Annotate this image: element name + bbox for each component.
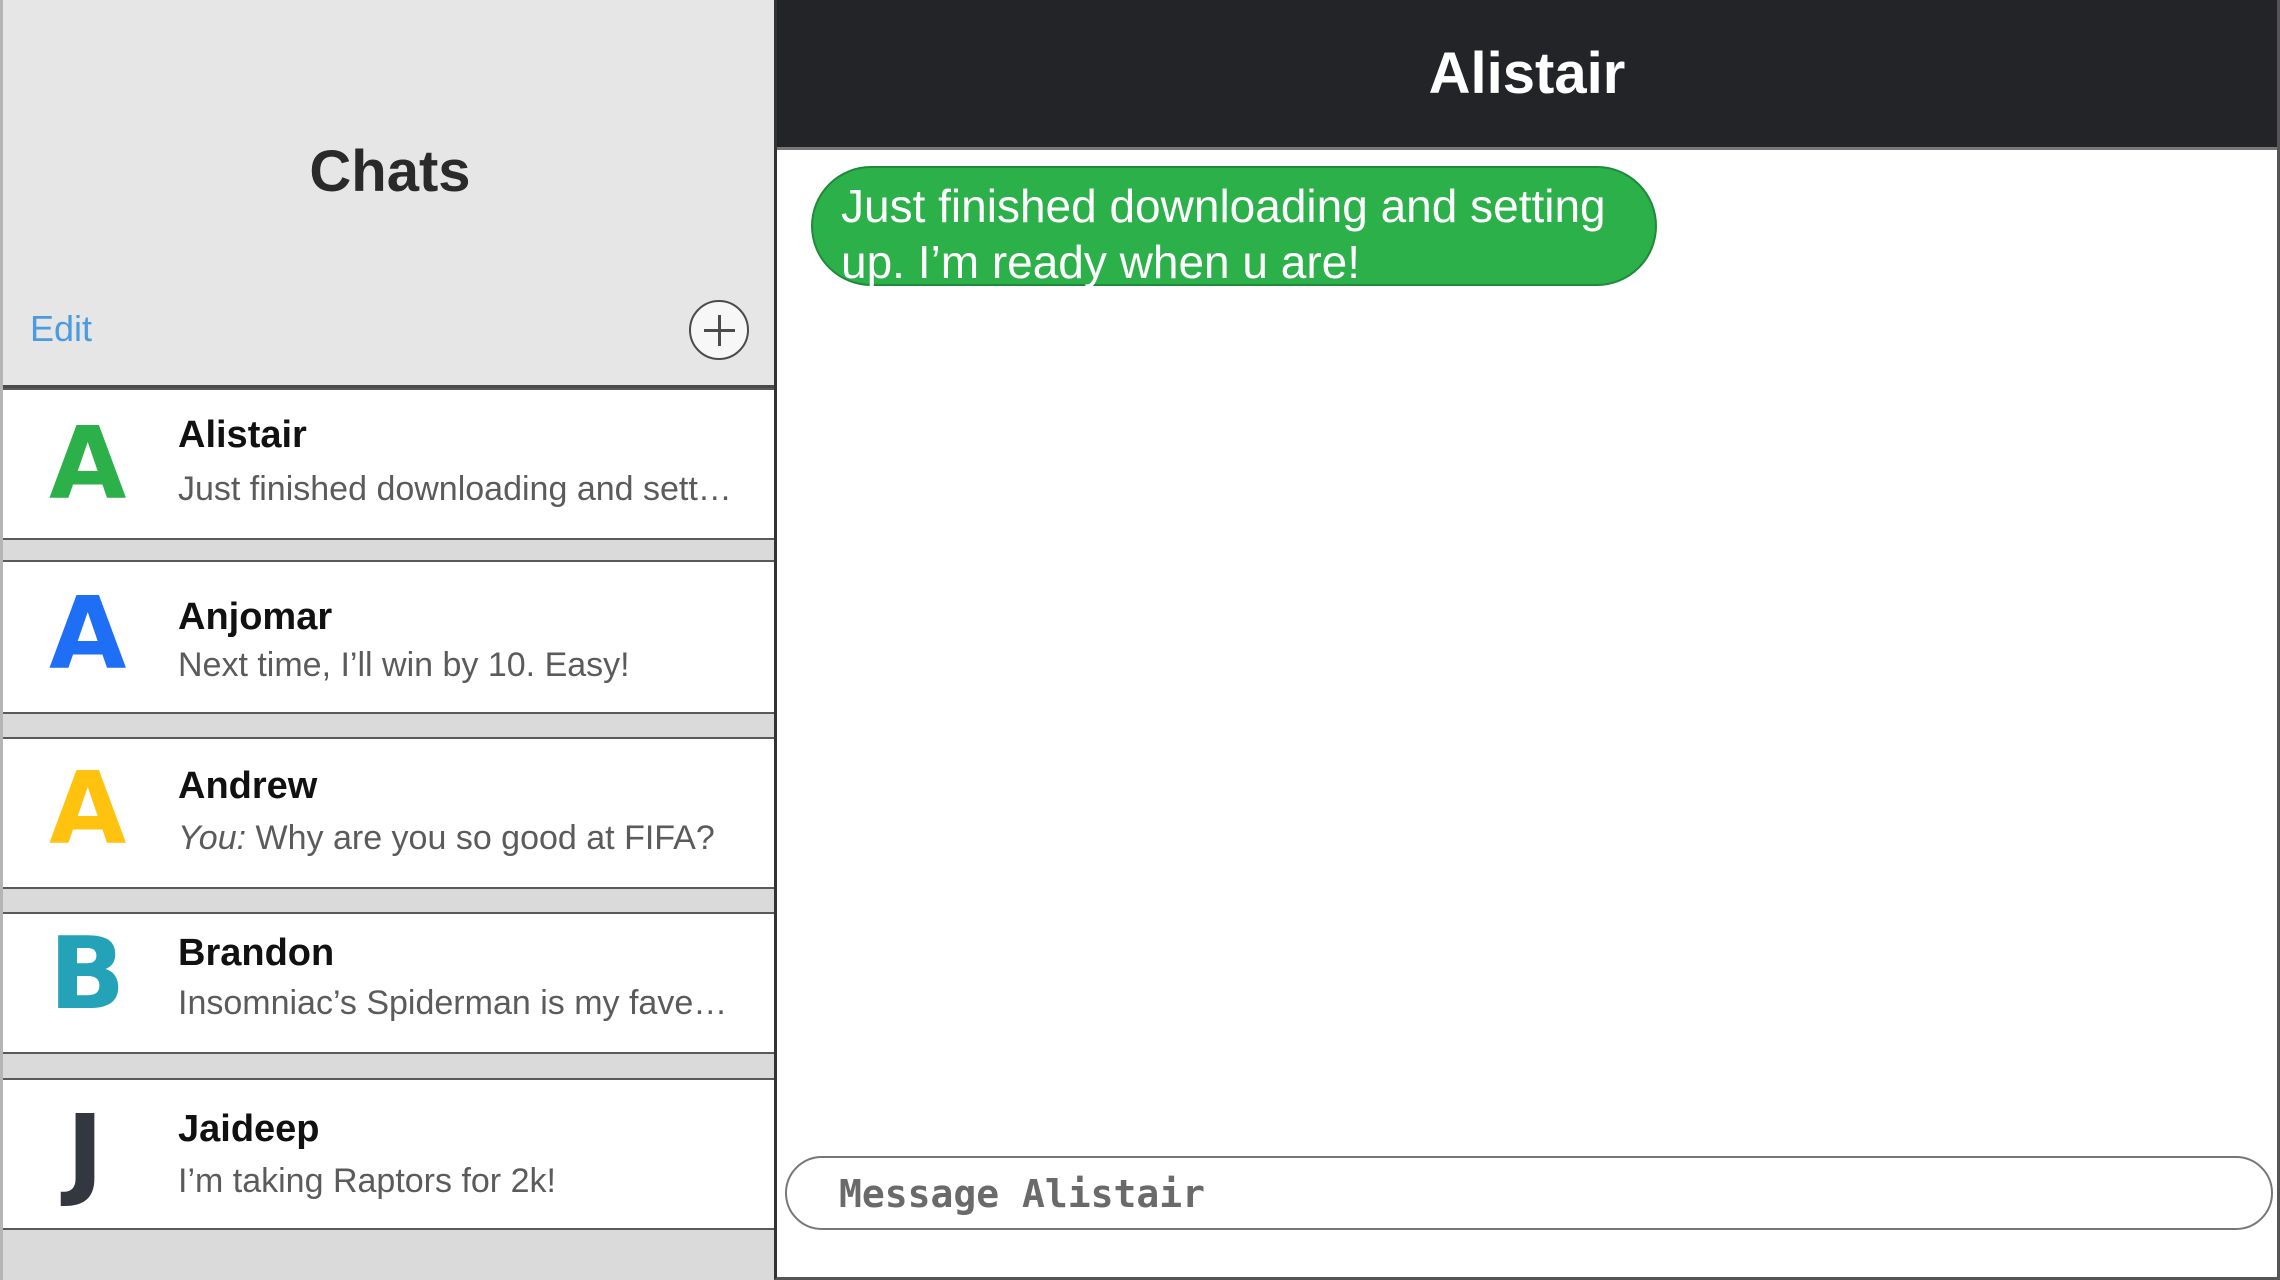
avatar: A <box>49 405 127 522</box>
avatar: A <box>49 575 127 692</box>
chat-row-alistair[interactable]: A Alistair Just finished downloading and… <box>3 388 777 540</box>
edit-button[interactable]: Edit <box>30 308 92 350</box>
message-preview: Next time, I’ll win by 10. Easy! <box>178 646 630 684</box>
message-input[interactable] <box>837 1166 2221 1222</box>
contact-name: Jaideep <box>178 1108 320 1150</box>
avatar: J <box>66 1093 104 1210</box>
conversation-pane: Alistair Just finished downloading and s… <box>774 0 2280 1280</box>
preview-text: Why are you so good at FIFA? <box>246 819 715 857</box>
contact-name: Alistair <box>178 414 307 456</box>
conversation-title: Alistair <box>1428 41 1626 106</box>
chat-row-brandon[interactable]: B Brandon Insomniac’s Spiderman is my fa… <box>3 912 777 1054</box>
page-title: Chats <box>309 139 471 204</box>
chat-row-jaideep[interactable]: J Jaideep I’m taking Raptors for 2k! <box>3 1078 777 1230</box>
contact-name: Andrew <box>178 765 318 807</box>
message-preview: Insomniac’s Spiderman is my fave… <box>178 984 728 1022</box>
chat-sidebar: Chats Edit A Alistair Just finished down… <box>0 0 777 1280</box>
message-preview: You: Why are you so good at FIFA? <box>178 819 758 858</box>
message-preview: I’m taking Raptors for 2k! <box>178 1162 556 1200</box>
message-composer[interactable] <box>785 1156 2273 1230</box>
message-preview: Just finished downloading and sett… <box>178 470 732 508</box>
sidebar-header: Chats Edit <box>3 0 777 388</box>
contact-name: Brandon <box>178 932 335 974</box>
avatar: A <box>49 750 127 867</box>
chat-row-andrew[interactable]: A Andrew You: Why are you so good at FIF… <box>3 737 777 889</box>
contact-name: Anjomar <box>178 596 333 638</box>
you-prefix: You: <box>178 819 247 857</box>
message-bubble: Just finished downloading and setting up… <box>811 166 1657 288</box>
new-chat-button[interactable] <box>689 300 749 360</box>
chat-row-anjomar[interactable]: A Anjomar Next time, I’ll win by 10. Eas… <box>3 560 777 714</box>
avatar: B <box>49 915 126 1032</box>
conversation-header: Alistair <box>777 0 2277 150</box>
